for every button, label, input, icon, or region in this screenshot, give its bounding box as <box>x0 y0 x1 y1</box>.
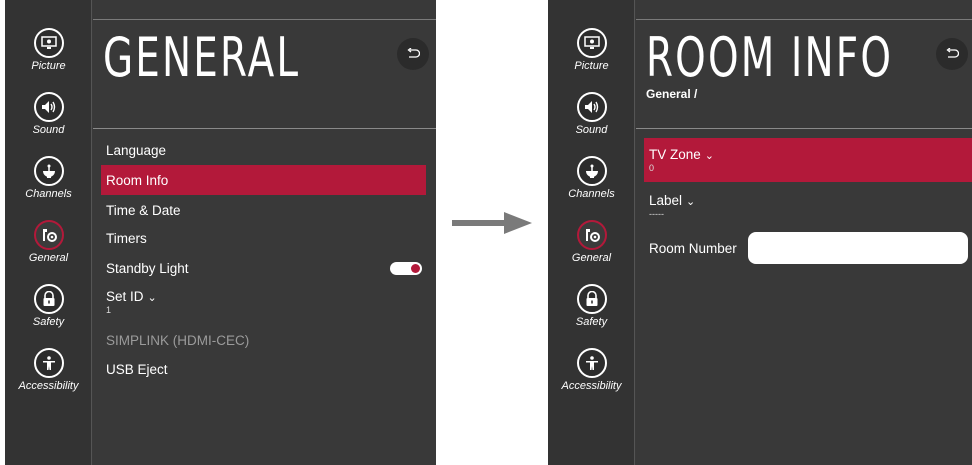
general-icon <box>33 220 64 250</box>
menu-item-tv-zone[interactable]: TV Zone ⌄ 0 <box>644 138 972 182</box>
chevron-down-icon: ⌄ <box>704 150 714 162</box>
menu-item-timers[interactable]: Timers <box>101 223 426 253</box>
menu-item-label: Set ID <box>106 289 144 304</box>
sound-icon <box>576 92 607 122</box>
channels-icon <box>33 156 64 186</box>
transition-arrow-icon <box>452 212 532 234</box>
divider <box>93 128 436 129</box>
general-icon <box>576 220 607 250</box>
nav-label: Picture <box>31 60 66 72</box>
settings-category-sidebar: Picture Sound Channels General Safety Ac… <box>5 0 92 465</box>
menu-item-standby-light[interactable]: Standby Light <box>101 253 426 283</box>
tv-zone-value: 0 <box>649 163 655 173</box>
menu-item-label: Room Info <box>106 172 169 188</box>
nav-label: Accessibility <box>18 380 79 392</box>
menu-item-time-date[interactable]: Time & Date <box>101 195 426 225</box>
page-title: GENERAL <box>103 26 301 89</box>
back-icon <box>945 45 960 64</box>
menu-item-label: TV Zone <box>649 147 701 162</box>
divider <box>93 19 436 20</box>
general-settings-screen: Picture Sound Channels General Safety Ac… <box>5 0 436 465</box>
nav-item-sound[interactable]: Sound <box>548 92 635 136</box>
nav-item-picture[interactable]: Picture <box>548 28 635 72</box>
nav-label: Safety <box>575 316 608 328</box>
nav-item-general[interactable]: General <box>548 220 635 264</box>
nav-label: Safety <box>32 316 65 328</box>
nav-label: Channels <box>25 188 72 200</box>
set-id-value: 1 <box>106 305 112 315</box>
chevron-down-icon: ⌄ <box>686 196 696 208</box>
nav-item-safety[interactable]: Safety <box>5 284 92 328</box>
page-title: ROOM INFO <box>646 26 894 89</box>
menu-item-label: Timers <box>106 230 147 246</box>
nav-label: Channels <box>568 188 615 200</box>
safety-icon <box>576 284 607 314</box>
chevron-down-icon: ⌄ <box>147 292 157 304</box>
nav-item-picture[interactable]: Picture <box>5 28 92 72</box>
toggle-knob <box>411 264 420 273</box>
nav-label: General <box>571 252 612 264</box>
menu-item-usb-eject[interactable]: USB Eject <box>101 354 426 384</box>
menu-item-label: Label <box>649 193 683 208</box>
nav-item-safety[interactable]: Safety <box>548 284 635 328</box>
nav-item-general[interactable]: General <box>5 220 92 264</box>
nav-item-accessibility[interactable]: Accessibility <box>5 348 92 392</box>
nav-item-accessibility[interactable]: Accessibility <box>548 348 635 392</box>
room-info-screen: Picture Sound Channels General Safety Ac… <box>548 0 972 465</box>
menu-item-simplink: SIMPLINK (HDMI-CEC) <box>101 325 426 355</box>
label-field-label-row: Label ⌄ <box>649 193 695 208</box>
accessibility-icon <box>33 348 64 378</box>
menu-item-label: Room Number <box>649 240 737 256</box>
settings-category-sidebar: Picture Sound Channels General Safety Ac… <box>548 0 635 465</box>
nav-label: Picture <box>574 60 609 72</box>
channels-icon <box>576 156 607 186</box>
sound-icon <box>33 92 64 122</box>
settings-panel: ROOM INFO General / TV Zone ⌄ 0 Label ⌄ --… <box>636 0 972 465</box>
back-icon <box>406 45 421 64</box>
standby-light-toggle[interactable] <box>390 262 422 275</box>
label-field-value: ----- <box>649 209 664 219</box>
menu-item-room-info[interactable]: Room Info <box>101 165 426 195</box>
nav-label: Sound <box>32 124 65 136</box>
nav-item-channels[interactable]: Channels <box>5 156 92 200</box>
settings-panel: GENERAL Language Room Info Time & Date T… <box>93 0 436 465</box>
menu-item-label: USB Eject <box>106 361 168 377</box>
nav-label: Sound <box>575 124 608 136</box>
menu-item-language[interactable]: Language <box>101 135 426 165</box>
room-number-input[interactable] <box>748 232 968 264</box>
menu-item-label: Language <box>106 142 167 158</box>
picture-icon <box>33 28 64 58</box>
menu-item-label: SIMPLINK (HDMI-CEC) <box>106 332 250 348</box>
back-button[interactable] <box>397 38 429 70</box>
back-button[interactable] <box>936 38 968 70</box>
divider <box>636 19 972 20</box>
nav-label: General <box>28 252 69 264</box>
tv-zone-label-row: TV Zone ⌄ <box>649 147 714 162</box>
nav-label: Accessibility <box>561 380 622 392</box>
nav-item-channels[interactable]: Channels <box>548 156 635 200</box>
menu-item-label: Time & Date <box>106 202 181 218</box>
picture-icon <box>576 28 607 58</box>
set-id-label-row: Set ID ⌄ <box>106 289 157 304</box>
safety-icon <box>33 284 64 314</box>
menu-item-set-id[interactable]: Set ID ⌄ 1 <box>101 284 426 320</box>
breadcrumb: General / <box>646 87 698 101</box>
divider <box>636 128 972 129</box>
accessibility-icon <box>576 348 607 378</box>
nav-item-sound[interactable]: Sound <box>5 92 92 136</box>
menu-item-label-field[interactable]: Label ⌄ ----- <box>644 186 962 226</box>
menu-item-label: Standby Light <box>106 260 189 276</box>
